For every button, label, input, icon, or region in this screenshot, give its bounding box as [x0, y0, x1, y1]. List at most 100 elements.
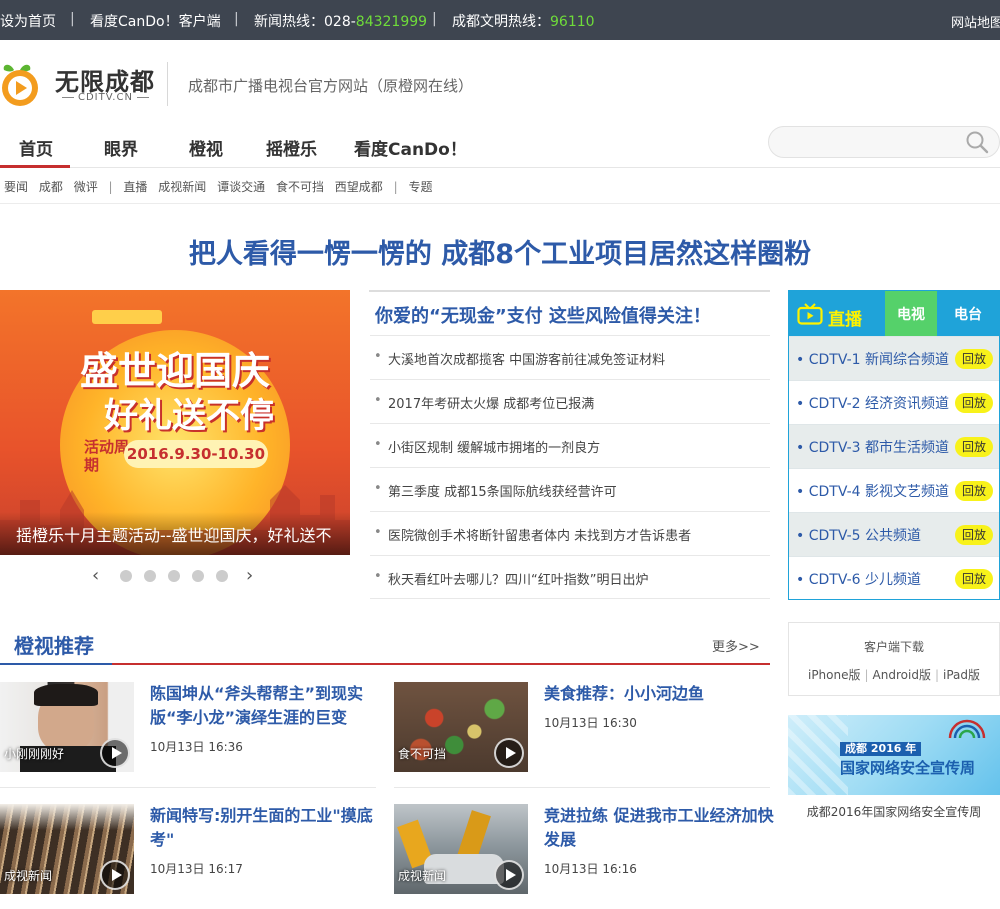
- replay-button[interactable]: 回放: [955, 393, 993, 413]
- news-item-title[interactable]: 小街区规制 缓解城市拥堵的一剂良方: [388, 437, 600, 456]
- replay-button[interactable]: 回放: [955, 525, 993, 545]
- channel-item[interactable]: • CDTV-4 影视文艺频道 回放: [789, 468, 999, 512]
- news-list-item[interactable]: • 2017年考研太火爆 成都考位已报满: [370, 379, 770, 423]
- ipad-download-link[interactable]: iPad版: [943, 668, 980, 682]
- play-icon[interactable]: [494, 738, 524, 768]
- video-thumbnail[interactable]: 食不可挡: [394, 682, 528, 772]
- channel-name[interactable]: • CDTV-6 少儿频道: [796, 569, 921, 589]
- news-list-item[interactable]: • 第三季度 成都15条国际航线获经营许可: [370, 467, 770, 511]
- banner-caption[interactable]: 摇橙乐十月主题活动--盛世迎国庆，好礼送不: [16, 522, 332, 546]
- carousel-dot[interactable]: [192, 570, 204, 582]
- security-week-logo-icon: [946, 718, 988, 742]
- thumbnail-label: 成视新闻: [398, 869, 447, 883]
- sitemap-link[interactable]: 网站地图: [951, 12, 1000, 31]
- subnav-item[interactable]: 成都: [39, 180, 63, 194]
- nav-item-yanjie[interactable]: 眼界: [104, 135, 138, 160]
- carousel-dot[interactable]: [144, 570, 156, 582]
- subnav-item[interactable]: 直播: [123, 180, 147, 194]
- bullet-icon: •: [374, 525, 382, 540]
- subnav-item[interactable]: 食不可挡: [276, 180, 324, 194]
- channel-item[interactable]: • CDTV-2 经济资讯频道 回放: [789, 380, 999, 424]
- channel-item[interactable]: • CDTV-3 都市生活频道 回放: [789, 424, 999, 468]
- news-item-title[interactable]: 医院微创手术将断针留患者体内 未找到方才告诉患者: [388, 525, 691, 544]
- search-icon[interactable]: [964, 130, 990, 154]
- carousel-prev-arrow-icon[interactable]: ‹: [92, 565, 99, 586]
- news-bottom-divider: [370, 598, 770, 599]
- replay-button[interactable]: 回放: [955, 569, 993, 589]
- headline[interactable]: 把人看得一愣一愣的 成都8个工业项目居然这样圈粉: [0, 232, 1000, 271]
- news-list-item[interactable]: • 大溪地首次成都揽客 中国游客前往减免签证材料: [370, 335, 770, 379]
- nav-item-cando[interactable]: 看度CanDo！: [354, 135, 467, 160]
- news-item-title[interactable]: 秋天看红叶去哪儿？四川“红叶指数”明日出炉: [388, 569, 648, 588]
- security-week-title: 国家网络安全宣传周: [840, 759, 976, 777]
- video-title[interactable]: 陈国坤从“斧头帮帮主”到现实版“李小龙”演绎生涯的巨变: [150, 682, 380, 730]
- civil-hotline-number: 96110: [550, 14, 595, 30]
- channel-name[interactable]: • CDTV-3 都市生活频道: [796, 437, 949, 457]
- subnav-item[interactable]: 谭谈交通: [217, 180, 265, 194]
- top-bar: 设为首页 | 看度CanDo！客户端 | 新闻热线：028-84321999 |…: [0, 0, 1000, 40]
- carousel-next-arrow-icon[interactable]: ›: [246, 565, 253, 586]
- tab-tv[interactable]: 电视: [885, 291, 937, 336]
- tab-radio[interactable]: 电台: [937, 291, 999, 336]
- card-divider: [394, 787, 770, 788]
- more-link[interactable]: 更多>>: [712, 636, 760, 655]
- iphone-download-link[interactable]: iPhone版: [808, 668, 861, 682]
- section-title-underline: [0, 663, 112, 665]
- nav-item-yaochengle[interactable]: 摇橙乐: [266, 135, 317, 160]
- section-divider: [0, 663, 770, 665]
- channel-item[interactable]: • CDTV-6 少儿频道 回放: [789, 556, 999, 600]
- subnav-divider: [0, 203, 1000, 204]
- topbar-separator: |: [432, 11, 437, 27]
- subnav-item[interactable]: 成视新闻: [158, 180, 206, 194]
- security-week-caption[interactable]: 成都2016年国家网络安全宣传周: [788, 803, 1000, 820]
- subnav-item[interactable]: 专题: [409, 180, 433, 194]
- news-hotline-label: 新闻热线：028-: [254, 14, 356, 30]
- replay-button[interactable]: 回放: [955, 481, 993, 501]
- video-time: 10月13日 16:30: [544, 716, 637, 730]
- channel-name[interactable]: • CDTV-5 公共频道: [796, 525, 921, 545]
- play-icon[interactable]: [494, 860, 524, 890]
- video-title[interactable]: 美食推荐：小小河边鱼: [544, 682, 774, 706]
- play-icon[interactable]: [100, 860, 130, 890]
- channel-name[interactable]: • CDTV-4 影视文艺频道: [796, 481, 949, 501]
- video-thumbnail[interactable]: 成视新闻: [394, 804, 528, 894]
- play-icon[interactable]: [100, 738, 130, 768]
- bullet-icon: •: [374, 569, 382, 584]
- carousel-dot[interactable]: [168, 570, 180, 582]
- site-description: 成都市广播电视台官方网站（原橙网在线）: [188, 77, 474, 95]
- subnav-item[interactable]: 微评: [74, 180, 98, 194]
- cando-client-link[interactable]: 看度CanDo！客户端: [90, 11, 221, 31]
- civil-hotline: 成都文明热线：96110: [452, 11, 595, 31]
- client-download-links: iPhone版 | Android版 | iPad版: [788, 666, 1000, 683]
- nav-item-home[interactable]: 首页: [19, 135, 53, 160]
- nav-item-chengshi[interactable]: 橙视: [189, 135, 223, 160]
- news-list-item[interactable]: • 医院微创手术将断针留患者体内 未找到方才告诉患者: [370, 511, 770, 555]
- android-download-link[interactable]: Android版: [873, 668, 931, 682]
- subnav-item[interactable]: 要闻: [4, 180, 28, 194]
- video-title[interactable]: 竞进拉练 促进我市工业经济加快发展: [544, 804, 774, 852]
- header-divider: [167, 62, 168, 106]
- orange-logo-icon[interactable]: [0, 60, 44, 106]
- carousel-dot[interactable]: [120, 570, 132, 582]
- banner-lantern-graphic: [92, 310, 162, 324]
- channel-name[interactable]: • CDTV-1 新闻综合频道: [796, 349, 949, 369]
- news-list-item[interactable]: • 小街区规制 缓解城市拥堵的一剂良方: [370, 423, 770, 467]
- video-thumbnail[interactable]: 成视新闻: [0, 804, 134, 894]
- replay-button[interactable]: 回放: [955, 349, 993, 369]
- news-list-item[interactable]: • 秋天看红叶去哪儿？四川“红叶指数”明日出炉: [370, 555, 770, 599]
- replay-button[interactable]: 回放: [955, 437, 993, 457]
- carousel-dot[interactable]: [216, 570, 228, 582]
- channel-name[interactable]: • CDTV-2 经济资讯频道: [796, 393, 949, 413]
- channel-item[interactable]: • CDTV-1 新闻综合频道 回放: [789, 336, 999, 380]
- news-item-title[interactable]: 2017年考研太火爆 成都考位已报满: [388, 393, 594, 412]
- video-thumbnail[interactable]: 小刚刚刚好: [0, 682, 134, 772]
- set-homepage-link[interactable]: 设为首页: [0, 11, 56, 31]
- channel-item[interactable]: • CDTV-5 公共频道 回放: [789, 512, 999, 556]
- video-title[interactable]: 新闻特写:别开生面的工业"摸底考": [150, 804, 380, 852]
- topbar-separator: |: [234, 11, 239, 27]
- news-item-title[interactable]: 大溪地首次成都揽客 中国游客前往减免签证材料: [388, 349, 665, 368]
- news-lead-link[interactable]: 你爱的“无现金”支付 这些风险值得关注！: [375, 302, 711, 328]
- factory-light-graphic: [0, 804, 134, 830]
- subnav-item[interactable]: 西望成都: [335, 180, 383, 194]
- news-item-title[interactable]: 第三季度 成都15条国际航线获经营许可: [388, 481, 617, 500]
